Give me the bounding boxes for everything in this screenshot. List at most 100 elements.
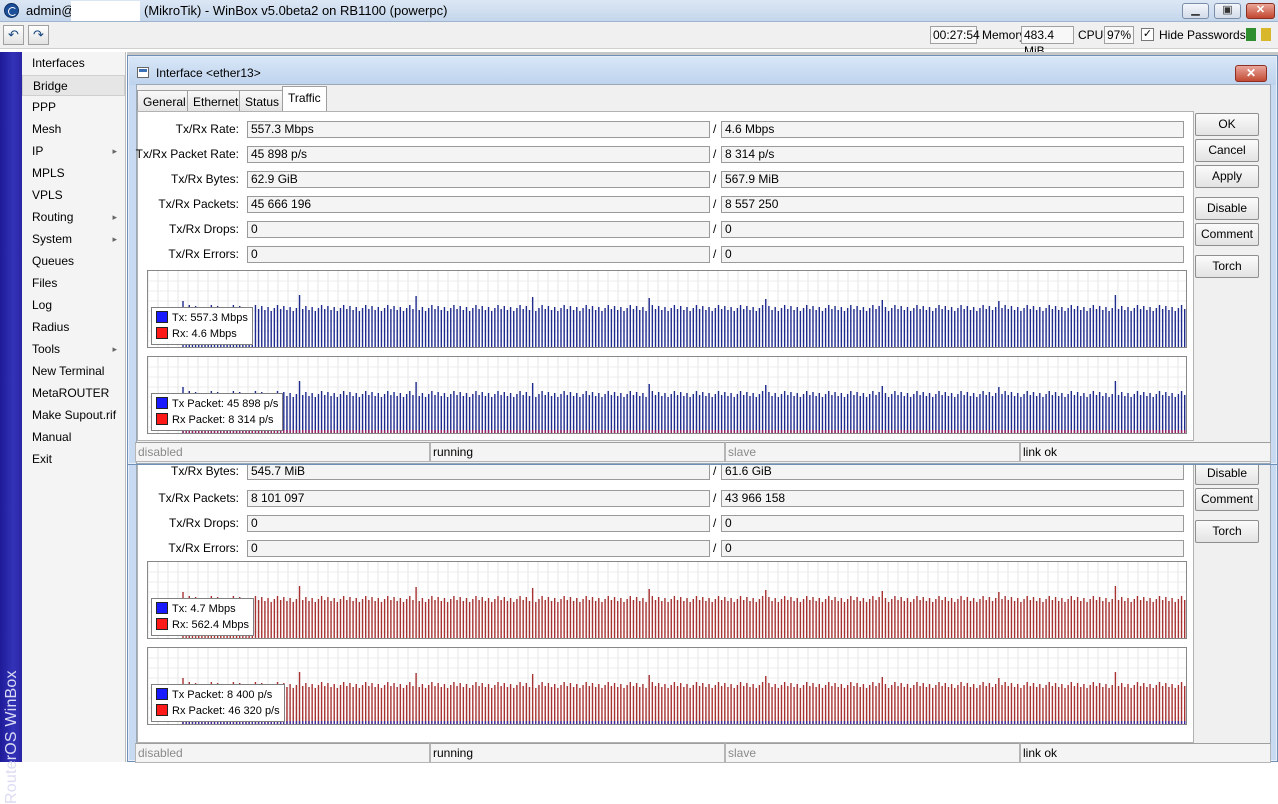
interface-window-title: Interface <ether13> bbox=[156, 66, 261, 80]
rx-packet-rate-field: 8 314 p/s bbox=[721, 146, 1184, 163]
rx-swatch-icon bbox=[156, 704, 168, 716]
tab-general[interactable]: General bbox=[137, 90, 192, 112]
rx-bytes-field: 567.9 MiB bbox=[721, 171, 1184, 188]
sidebar-item-new-terminal[interactable]: New Terminal bbox=[22, 361, 125, 382]
bg-rx-drops-field: 0 bbox=[721, 515, 1184, 532]
interface-window-close-button[interactable]: ✕ bbox=[1235, 65, 1267, 82]
redo-button[interactable]: ↷ bbox=[28, 25, 49, 45]
bg-errors-separator: / bbox=[713, 541, 717, 555]
sidebar-item-interfaces[interactable]: Interfaces bbox=[22, 53, 125, 74]
ok-button[interactable]: OK bbox=[1195, 113, 1259, 136]
sidebar-item-log[interactable]: Log bbox=[22, 295, 125, 316]
bytes-label: Tx/Rx Bytes: bbox=[170, 172, 239, 186]
sidebar-item-bridge[interactable]: Bridge bbox=[22, 75, 125, 96]
sidebar-item-radius[interactable]: Radius bbox=[22, 317, 125, 338]
tab-traffic[interactable]: Traffic bbox=[282, 86, 327, 113]
packet-legend-rx: Rx Packet: 8 314 p/s bbox=[156, 412, 278, 428]
comment-button[interactable]: Comment bbox=[1195, 223, 1259, 246]
tx-rate-field: 557.3 Mbps bbox=[247, 121, 710, 138]
torch-button[interactable]: Torch bbox=[1195, 255, 1259, 278]
undo-button[interactable]: ↶ bbox=[3, 25, 24, 45]
tx-errors-field: 0 bbox=[247, 246, 710, 263]
bg-rx-bytes-field: 61.6 GiB bbox=[721, 463, 1184, 480]
rate-graph: Tx: 557.3 Mbps Rx: 4.6 Mbps bbox=[147, 270, 1187, 348]
interface-status-bar: disabled running slave link ok bbox=[135, 442, 1272, 462]
packet-legend-tx: Tx Packet: 45 898 p/s bbox=[156, 396, 278, 412]
bg-status-running: running bbox=[430, 743, 725, 763]
sidebar-item-make-supout[interactable]: Make Supout.rif bbox=[22, 405, 125, 426]
interface-action-buttons: OK Cancel Apply Disable Comment Torch bbox=[1195, 85, 1259, 305]
background-traffic-panel: Tx/Rx Bytes: 545.7 MiB / 61.6 GiB Tx/Rx … bbox=[137, 456, 1194, 743]
minimize-button[interactable]: ▁ bbox=[1182, 3, 1209, 19]
interface-window-title-bar: Interface <ether13> ✕ bbox=[129, 57, 1276, 85]
packet-legend: Tx Packet: 45 898 p/s Rx Packet: 8 314 p… bbox=[151, 393, 284, 431]
bg-rate-graph: Tx: 4.7 Mbps Rx: 562.4 Mbps bbox=[147, 561, 1187, 639]
maximize-button[interactable]: ▣ bbox=[1214, 3, 1241, 19]
tab-status[interactable]: Status bbox=[239, 90, 286, 112]
app-close-button[interactable]: ✕ bbox=[1246, 3, 1275, 19]
submenu-arrow-icon: ▸ bbox=[112, 344, 117, 354]
bg-rate-legend-tx: Tx: 4.7 Mbps bbox=[156, 601, 249, 617]
bg-status-disabled: disabled bbox=[135, 743, 430, 763]
bg-tx-errors-field: 0 bbox=[247, 540, 710, 557]
tx-swatch-icon bbox=[156, 397, 168, 409]
sidebar-item-files[interactable]: Files bbox=[22, 273, 125, 294]
tab-ethernet[interactable]: Ethernet bbox=[187, 90, 245, 112]
bg-errors-label: Tx/Rx Errors: bbox=[168, 541, 239, 555]
bg-tx-packets-field: 8 101 097 bbox=[247, 490, 710, 507]
packet-rate-separator: / bbox=[713, 147, 717, 161]
rx-rate-field: 4.6 Mbps bbox=[721, 121, 1184, 138]
packets-label: Tx/Rx Packets: bbox=[158, 197, 239, 211]
hide-passwords-checkbox[interactable]: ✓ bbox=[1141, 28, 1154, 41]
main-toolbar: ↶ ↷ 00:27:54 Memory: 483.4 MiB CPU: 97% … bbox=[0, 22, 1278, 58]
bg-disable-button[interactable]: Disable bbox=[1195, 462, 1259, 485]
background-window-body: Tx/Rx Bytes: 545.7 MiB / 61.6 GiB Tx/Rx … bbox=[135, 455, 1271, 763]
tx-drops-field: 0 bbox=[247, 221, 710, 238]
bg-bytes-separator: / bbox=[713, 464, 717, 478]
rate-legend: Tx: 557.3 Mbps Rx: 4.6 Mbps bbox=[151, 307, 253, 345]
disable-button[interactable]: Disable bbox=[1195, 197, 1259, 220]
cancel-button[interactable]: Cancel bbox=[1195, 139, 1259, 162]
rate-separator: / bbox=[713, 122, 717, 136]
sidebar-item-tools[interactable]: Tools ▸ bbox=[22, 339, 125, 360]
bg-status-link: link ok bbox=[1020, 743, 1271, 763]
rate-label: Tx/Rx Rate: bbox=[175, 122, 239, 136]
bg-rate-legend-rx: Rx: 562.4 Mbps bbox=[156, 617, 249, 633]
sidebar-item-ppp[interactable]: PPP bbox=[22, 97, 125, 118]
bg-tx-bytes-field: 545.7 MiB bbox=[247, 463, 710, 480]
rx-swatch-icon bbox=[156, 327, 168, 339]
bg-rate-graph-canvas bbox=[148, 562, 1186, 638]
drops-label: Tx/Rx Drops: bbox=[168, 222, 239, 236]
bg-tx-drops-field: 0 bbox=[247, 515, 710, 532]
status-disabled: disabled bbox=[135, 442, 430, 462]
packet-graph: Tx Packet: 45 898 p/s Rx Packet: 8 314 p… bbox=[147, 356, 1187, 434]
bg-rate-legend: Tx: 4.7 Mbps Rx: 562.4 Mbps bbox=[151, 598, 255, 636]
bg-torch-button[interactable]: Torch bbox=[1195, 520, 1259, 543]
bg-comment-button[interactable]: Comment bbox=[1195, 488, 1259, 511]
rate-graph-canvas bbox=[148, 271, 1186, 347]
bg-status-slave: slave bbox=[725, 743, 1020, 763]
cpu-display: 97% bbox=[1104, 26, 1134, 44]
bg-rx-errors-field: 0 bbox=[721, 540, 1184, 557]
traffic-panel: Tx/Rx Rate: 557.3 Mbps / 4.6 Mbps Tx/Rx … bbox=[136, 111, 1194, 441]
tx-packet-rate-field: 45 898 p/s bbox=[247, 146, 710, 163]
uptime-display: 00:27:54 bbox=[930, 26, 980, 44]
background-interface-window: Tx/Rx Bytes: 545.7 MiB / 61.6 GiB Tx/Rx … bbox=[127, 454, 1278, 763]
memory-display: 483.4 MiB bbox=[1021, 26, 1074, 58]
rx-errors-field: 0 bbox=[721, 246, 1184, 263]
cpu-label: CPU: bbox=[1078, 28, 1107, 42]
bg-bytes-label: Tx/Rx Bytes: bbox=[170, 464, 239, 478]
packets-separator: / bbox=[713, 197, 717, 211]
sidebar-item-manual[interactable]: Manual bbox=[22, 427, 125, 448]
rx-packets-field: 8 557 250 bbox=[721, 196, 1184, 213]
bg-rx-packets-field: 43 966 158 bbox=[721, 490, 1184, 507]
tx-swatch-icon bbox=[156, 602, 168, 614]
sidebar-item-metarouter[interactable]: MetaROUTER bbox=[22, 383, 125, 404]
tx-swatch-icon bbox=[156, 311, 168, 323]
bg-packet-legend-rx: Rx Packet: 46 320 p/s bbox=[156, 703, 280, 719]
lock-icon bbox=[1261, 28, 1271, 41]
apply-button[interactable]: Apply bbox=[1195, 165, 1259, 188]
errors-label: Tx/Rx Errors: bbox=[168, 247, 239, 261]
title-user: admin@ bbox=[26, 3, 75, 18]
packet-graph-canvas bbox=[148, 357, 1186, 433]
